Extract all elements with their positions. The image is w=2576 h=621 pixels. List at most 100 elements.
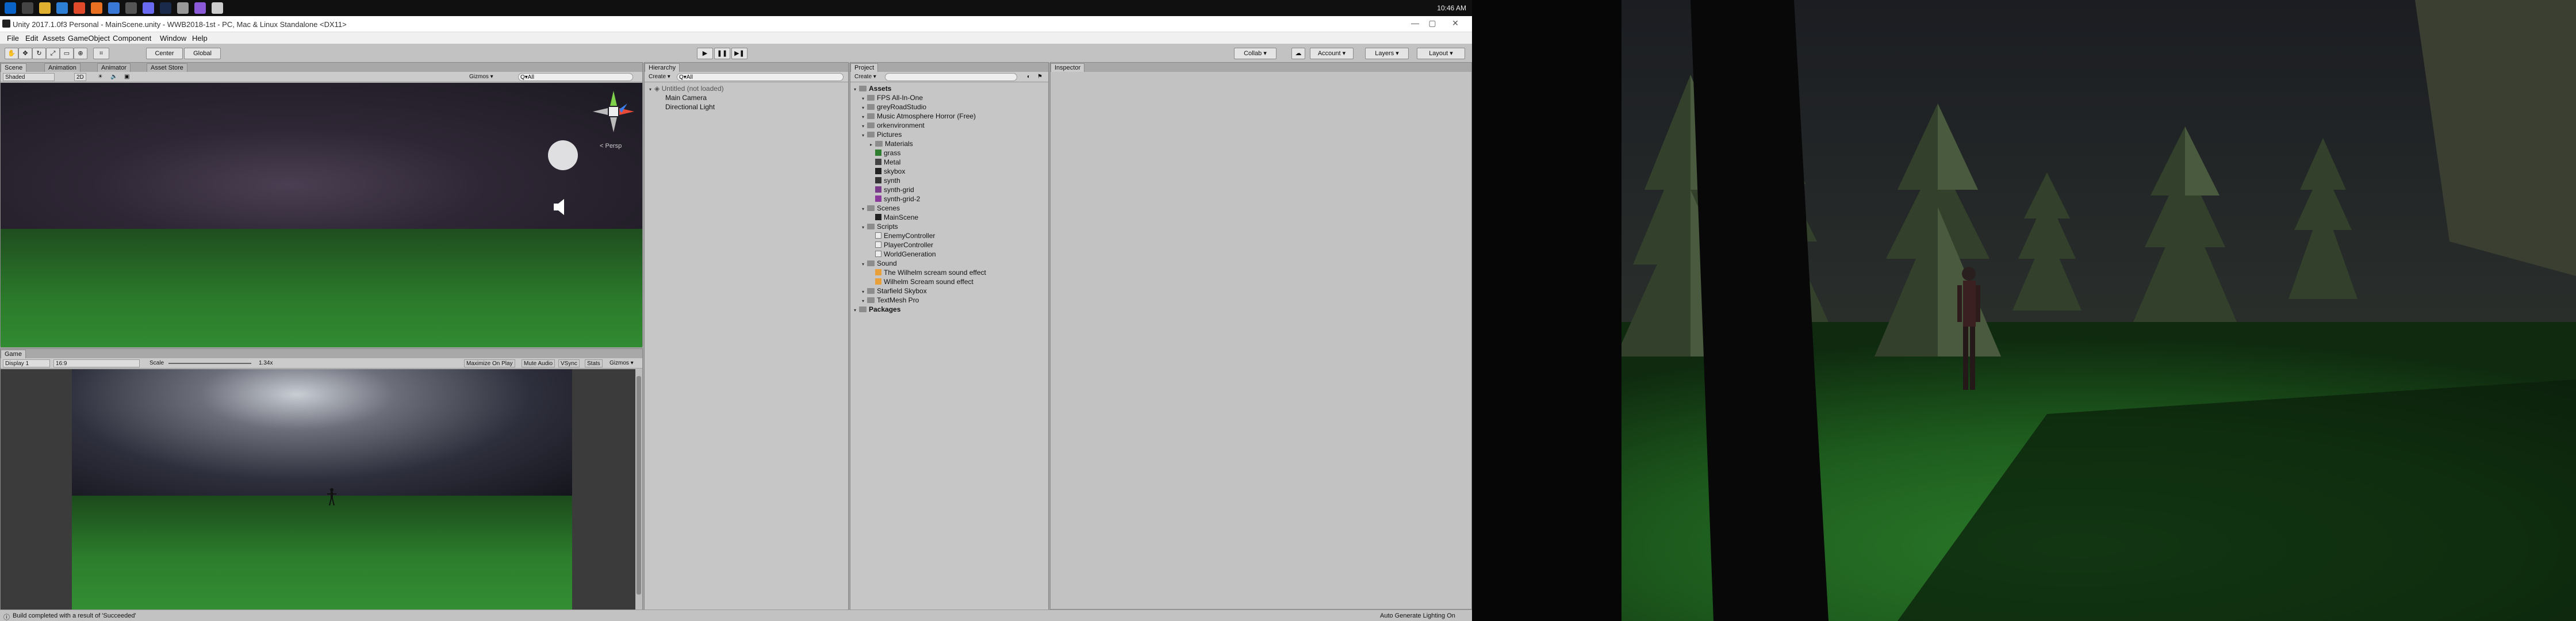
hierarchy-create-dropdown[interactable]: Create ▾ xyxy=(647,73,672,81)
game-viewport[interactable] xyxy=(72,369,572,610)
scale-slider[interactable] xyxy=(168,363,251,364)
status-message[interactable]: Build completed with a result of 'Succee… xyxy=(13,612,136,619)
minimize-button[interactable]: — xyxy=(1406,18,1424,30)
account-dropdown[interactable]: Account ▾ xyxy=(1310,48,1354,59)
project-search-input[interactable] xyxy=(885,73,1017,81)
rect-tool-button[interactable]: ▭ xyxy=(60,48,74,59)
project-item[interactable]: grass xyxy=(870,148,900,158)
mute-audio-toggle[interactable]: Mute Audio xyxy=(522,359,555,367)
project-item[interactable]: synth xyxy=(870,176,900,185)
layout-dropdown[interactable]: Layout ▾ xyxy=(1417,48,1465,59)
project-item[interactable]: Wilhelm Scream sound effect xyxy=(870,277,973,286)
menu-component[interactable]: Component xyxy=(113,34,151,43)
grid-icon[interactable]: ⌗ xyxy=(93,48,109,59)
play-button[interactable]: ▶ xyxy=(697,48,713,59)
mail-icon[interactable] xyxy=(108,2,120,14)
project-item[interactable]: ▾ Sound xyxy=(862,259,897,268)
effects-icon[interactable]: ▣ xyxy=(122,73,131,81)
rotate-tool-button[interactable]: ↻ xyxy=(32,48,46,59)
vsync-toggle[interactable]: VSync xyxy=(558,359,580,367)
cloud-icon[interactable]: ☁ xyxy=(1291,48,1305,59)
tab-game[interactable]: Game xyxy=(1,350,26,358)
expand-arrow-icon[interactable]: ▾ xyxy=(854,306,859,315)
hierarchy-item-main-camera[interactable]: Main Camera xyxy=(665,93,707,102)
game-fullscreen-view[interactable] xyxy=(1472,0,2576,621)
maximize-on-play-toggle[interactable]: Maximize On Play xyxy=(464,359,515,367)
hierarchy-search-input[interactable]: Q▾All xyxy=(677,73,844,81)
project-item[interactable]: EnemyController xyxy=(870,231,935,240)
tab-animation[interactable]: Animation xyxy=(44,63,80,72)
project-item[interactable]: The Wilhelm scream sound effect xyxy=(870,268,986,277)
display-dropdown[interactable]: Display 1 xyxy=(3,359,50,367)
tab-asset-store[interactable]: Asset Store xyxy=(147,63,187,72)
project-item[interactable]: WorldGeneration xyxy=(870,250,936,259)
discord-icon[interactable] xyxy=(143,2,154,14)
expand-arrow-icon[interactable]: ▾ xyxy=(854,85,859,94)
file-explorer-icon[interactable] xyxy=(39,2,51,14)
menu-edit[interactable]: Edit xyxy=(25,34,38,43)
gizmos-dropdown[interactable]: Gizmos ▾ xyxy=(467,73,495,81)
menu-assets[interactable]: Assets xyxy=(43,34,65,43)
project-item[interactable]: ▾ Scenes xyxy=(862,204,900,213)
taskbar-clock[interactable]: 10:46 AM xyxy=(1437,4,1466,12)
project-item[interactable]: ▾ TextMesh Pro xyxy=(862,296,919,305)
directional-light-gizmo-icon[interactable] xyxy=(548,140,578,170)
project-item[interactable]: ▸ Materials xyxy=(870,139,913,148)
filter-by-type-icon[interactable]: ◐ xyxy=(1025,73,1032,81)
expand-arrow-icon[interactable]: ▾ xyxy=(862,131,867,140)
menu-window[interactable]: Window xyxy=(160,34,186,43)
tab-scene[interactable]: Scene xyxy=(1,63,27,72)
app-icon[interactable] xyxy=(212,2,223,14)
store-icon[interactable] xyxy=(125,2,137,14)
menu-gameobject[interactable]: GameObject xyxy=(68,34,110,43)
project-item[interactable]: ▾ Assets xyxy=(854,84,891,93)
lighting-icon[interactable]: ☀ xyxy=(96,73,105,81)
expand-arrow-icon[interactable]: ▾ xyxy=(862,260,867,269)
project-item[interactable]: synth-grid xyxy=(870,185,914,194)
hand-tool-button[interactable]: ✋ xyxy=(5,48,18,59)
visual-studio-icon[interactable] xyxy=(194,2,206,14)
tab-hierarchy[interactable]: Hierarchy xyxy=(645,63,680,72)
tab-project[interactable]: Project xyxy=(850,63,879,72)
steam-icon[interactable] xyxy=(160,2,171,14)
transform-tool-button[interactable]: ⊕ xyxy=(74,48,87,59)
scene-orientation-gizmo-icon[interactable] xyxy=(591,89,637,135)
step-button[interactable]: ▶❚ xyxy=(731,48,747,59)
expand-arrow-icon[interactable]: ▾ xyxy=(862,223,867,232)
pivot-global-button[interactable]: Global xyxy=(184,48,221,59)
game-view-scrollbar[interactable] xyxy=(635,369,642,610)
collab-dropdown[interactable]: Collab ▾ xyxy=(1234,48,1276,59)
shading-mode-dropdown[interactable]: Shaded xyxy=(3,73,55,81)
aspect-dropdown[interactable]: 16:9 xyxy=(53,359,140,367)
scale-tool-button[interactable]: ⤢ xyxy=(46,48,60,59)
project-item[interactable]: synth-grid-2 xyxy=(870,194,920,204)
tab-inspector[interactable]: Inspector xyxy=(1051,63,1085,72)
project-item[interactable]: ▾ Music Atmosphere Horror (Free) xyxy=(862,112,976,121)
pause-button[interactable]: ❚❚ xyxy=(714,48,730,59)
stats-toggle[interactable]: Stats xyxy=(585,359,603,367)
hierarchy-item-directional-light[interactable]: Directional Light xyxy=(665,102,715,112)
project-item[interactable]: ▾ orkenvironment xyxy=(862,121,925,130)
task-view-icon[interactable] xyxy=(22,2,33,14)
audio-source-gizmo-icon[interactable] xyxy=(553,198,566,216)
scene-viewport[interactable]: < Persp xyxy=(1,83,642,347)
project-item[interactable]: ▾ Packages xyxy=(854,305,900,314)
scene-search-input[interactable]: Q▾All xyxy=(518,73,633,81)
project-item[interactable]: skybox xyxy=(870,167,905,176)
project-item[interactable]: MainScene xyxy=(870,213,918,222)
project-item[interactable]: ▾ Starfield Skybox xyxy=(862,286,927,296)
game-gizmos-dropdown[interactable]: Gizmos ▾ xyxy=(608,359,635,367)
project-create-dropdown[interactable]: Create ▾ xyxy=(853,73,878,81)
filter-by-label-icon[interactable]: ⚑ xyxy=(1036,73,1044,81)
maximize-button[interactable]: ▢ xyxy=(1424,18,1441,30)
firefox-icon[interactable] xyxy=(91,2,102,14)
chrome-icon[interactable] xyxy=(74,2,85,14)
audio-toggle-icon[interactable]: 🔈 xyxy=(109,73,119,81)
windows-start-icon[interactable] xyxy=(5,2,16,14)
project-item[interactable]: ▾ Pictures xyxy=(862,130,902,139)
project-item[interactable]: ▾ Scripts xyxy=(862,222,898,231)
menu-file[interactable]: File xyxy=(7,34,19,43)
perspective-label[interactable]: < Persp xyxy=(600,143,622,150)
move-tool-button[interactable]: ✥ xyxy=(18,48,32,59)
close-button[interactable]: ✕ xyxy=(1447,18,1464,30)
